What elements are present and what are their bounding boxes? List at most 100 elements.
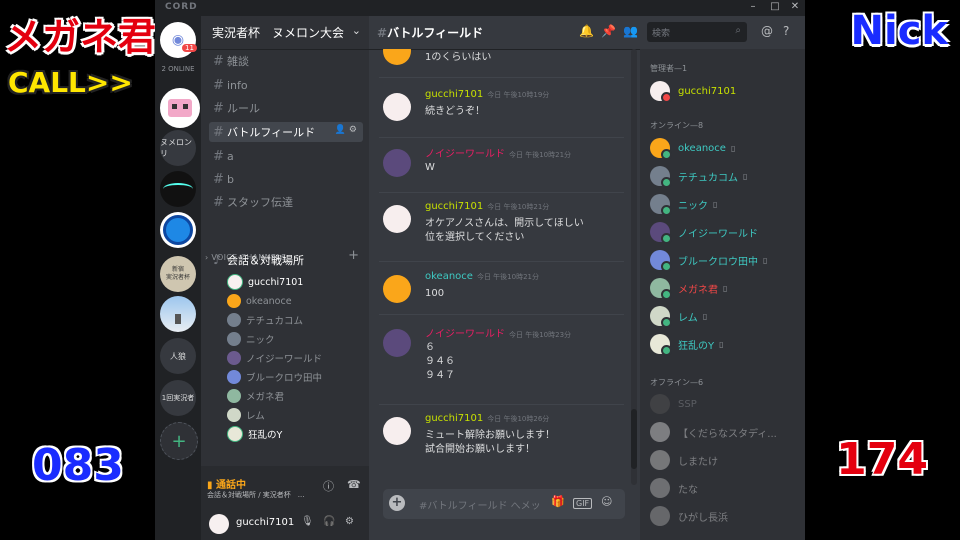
mention-icon[interactable]: @ (761, 24, 773, 38)
member-item[interactable]: SSP (650, 393, 697, 415)
channel-item[interactable]: # b (209, 169, 363, 189)
server-icon-robot[interactable] (160, 88, 200, 128)
server-icon-sky[interactable] (160, 296, 196, 332)
add-server-button[interactable]: + (160, 422, 198, 460)
member-item[interactable]: レム ▯ (650, 305, 707, 328)
home-button[interactable]: ◉ (160, 22, 196, 58)
voice-user[interactable]: gucchi7101 (227, 273, 303, 291)
server-icon-jikkyosha[interactable]: 1回実況者 (160, 380, 196, 416)
message-author[interactable]: okeanoce 今日 午後10時21分 (425, 271, 539, 282)
channel-item[interactable]: # 雑談 (209, 51, 363, 71)
member-item[interactable]: 狂乱のY ▯ (650, 333, 724, 356)
bell-icon[interactable]: 🔔 (579, 24, 594, 38)
search-icon: ⌕ (735, 25, 741, 36)
member-name: 【くだらなスタディ... (678, 428, 777, 440)
member-item[interactable]: gucchi7101 (650, 80, 736, 103)
scroll-thumb[interactable] (631, 409, 637, 469)
channel-item[interactable]: # ルール (209, 98, 363, 118)
avatar[interactable] (383, 149, 411, 177)
message-author[interactable]: gucchi7101 今日 午後10時19分 (425, 89, 549, 100)
voice-user[interactable]: ニック (227, 330, 275, 348)
channel-label: バトルフィールド (227, 126, 316, 139)
member-item[interactable]: 【くだらなスタディ... (650, 421, 777, 443)
disconnect-icon[interactable]: ☎ (347, 478, 361, 491)
avatar (650, 222, 672, 244)
avatar[interactable] (209, 514, 229, 534)
avatar (650, 394, 670, 414)
emoji-icon[interactable]: ☺ (601, 495, 612, 508)
upload-plus-icon[interactable]: + (389, 495, 405, 511)
message-author[interactable]: ノイジーワールド 今日 午後10時21分 (425, 145, 571, 160)
close-icon[interactable]: ✕ (787, 1, 803, 12)
server-label: 新宿 実況者杯 (165, 266, 190, 281)
server-header[interactable]: 実況者杯 ヌメロン大会 ⌄ (201, 16, 369, 50)
overlay-call-label: CALL>> (8, 66, 133, 99)
voice-user-name: ニック (246, 335, 275, 346)
channel-item[interactable]: # スタッフ伝達 (209, 192, 363, 212)
avatar[interactable] (383, 205, 411, 233)
members-icon[interactable]: 👥 (623, 24, 638, 38)
microphone-icon[interactable]: 🎙 (301, 516, 314, 527)
voice-channel[interactable]: ♪ 会話＆対戦場所 (209, 250, 363, 270)
gear-icon[interactable]: ⚙ (345, 516, 354, 527)
voice-user[interactable]: レム (227, 406, 265, 424)
voice-connection-panel: ▮ 通話中 会話＆対戦場所 / 実況者杯 ... ⓘ ☎ (201, 466, 369, 509)
member-item[interactable]: メガネ君 ▯ (650, 277, 728, 300)
message-author[interactable]: gucchi7101 今日 午後10時26分 (425, 413, 549, 424)
channel-item-active[interactable]: # バトルフィールド 👤 ⚙ (209, 122, 363, 142)
channel-item[interactable]: # a (209, 146, 363, 166)
avatar[interactable] (383, 93, 411, 121)
server-icon-jinro[interactable]: 人狼 (160, 338, 196, 374)
voice-user-name: 狂乱のY (248, 430, 283, 441)
avatar[interactable] (383, 275, 411, 303)
member-item[interactable]: okeanoce ▯ (650, 137, 735, 160)
channel-settings-icons[interactable]: 👤 ⚙ (335, 125, 357, 135)
voice-user[interactable]: okeanoce (227, 292, 292, 310)
member-item[interactable]: ノイジーワールド (650, 221, 758, 244)
avatar (650, 306, 672, 328)
voice-user[interactable]: ノイジーワールド (227, 349, 322, 367)
minimize-icon[interactable]: – (745, 1, 761, 12)
avatar[interactable] (383, 417, 411, 445)
member-item[interactable]: ブルークロウ田中 ▯ (650, 249, 767, 272)
author-name: okeanoce (425, 271, 473, 282)
online-count: 2 ONLINE (161, 65, 195, 73)
info-icon[interactable]: ⓘ (323, 478, 334, 494)
gift-icon[interactable]: 🎁 (551, 495, 565, 508)
member-name: しまたけ (678, 456, 718, 468)
message-author[interactable]: ノイジーワールド 今日 午後10時23分 (425, 325, 571, 340)
voice-user[interactable]: メガネ君 (227, 387, 284, 405)
voice-user[interactable]: 狂乱のY (227, 425, 282, 443)
server-icon-shinjuku[interactable]: 新宿 実況者杯 (160, 256, 196, 292)
search-input[interactable]: 検索 ⌕ (647, 22, 747, 42)
avatar[interactable] (383, 329, 411, 357)
member-name: ニック (678, 200, 708, 212)
voice-user[interactable]: ブルークロウ田中 (227, 368, 322, 386)
help-icon[interactable]: ? (783, 24, 789, 38)
server-icon-dark[interactable] (160, 171, 196, 207)
channel-item[interactable]: # info (209, 75, 363, 95)
divider (379, 404, 624, 405)
gif-button[interactable]: GIF (573, 498, 593, 509)
message-composer[interactable]: + #バトルフィールド へメッセージを送信 🎁 GIF ☺ (383, 489, 625, 519)
server-label: 人狼 (170, 351, 186, 361)
headphones-icon[interactable]: 🎧 (323, 516, 335, 527)
author-name: ノイジーワールド (425, 149, 505, 160)
scrollbar[interactable] (631, 49, 637, 485)
voice-user[interactable]: テチュカコム (227, 311, 303, 329)
message-author[interactable]: gucchi7101 今日 午後10時21分 (425, 201, 549, 212)
channel-label: a (227, 149, 234, 163)
channel-title-text: バトルフィールド (387, 26, 484, 40)
server-icon-rockman[interactable] (160, 212, 196, 248)
status-dot (661, 317, 672, 328)
member-item[interactable]: テチュカコム ▯ (650, 165, 747, 188)
maximize-icon[interactable]: □ (767, 1, 783, 12)
member-item[interactable]: ひがし長浜 (650, 505, 728, 527)
server-icon-numeron[interactable]: ヌメロンリ (160, 130, 196, 166)
member-item[interactable]: しまたけ (650, 449, 718, 471)
phone-icon: ▯ (723, 283, 728, 293)
member-item[interactable]: ニック ▯ (650, 193, 717, 216)
member-item[interactable]: たな (650, 477, 698, 499)
pin-icon[interactable]: 📌 (601, 24, 616, 38)
search-placeholder: 検索 (652, 29, 671, 39)
